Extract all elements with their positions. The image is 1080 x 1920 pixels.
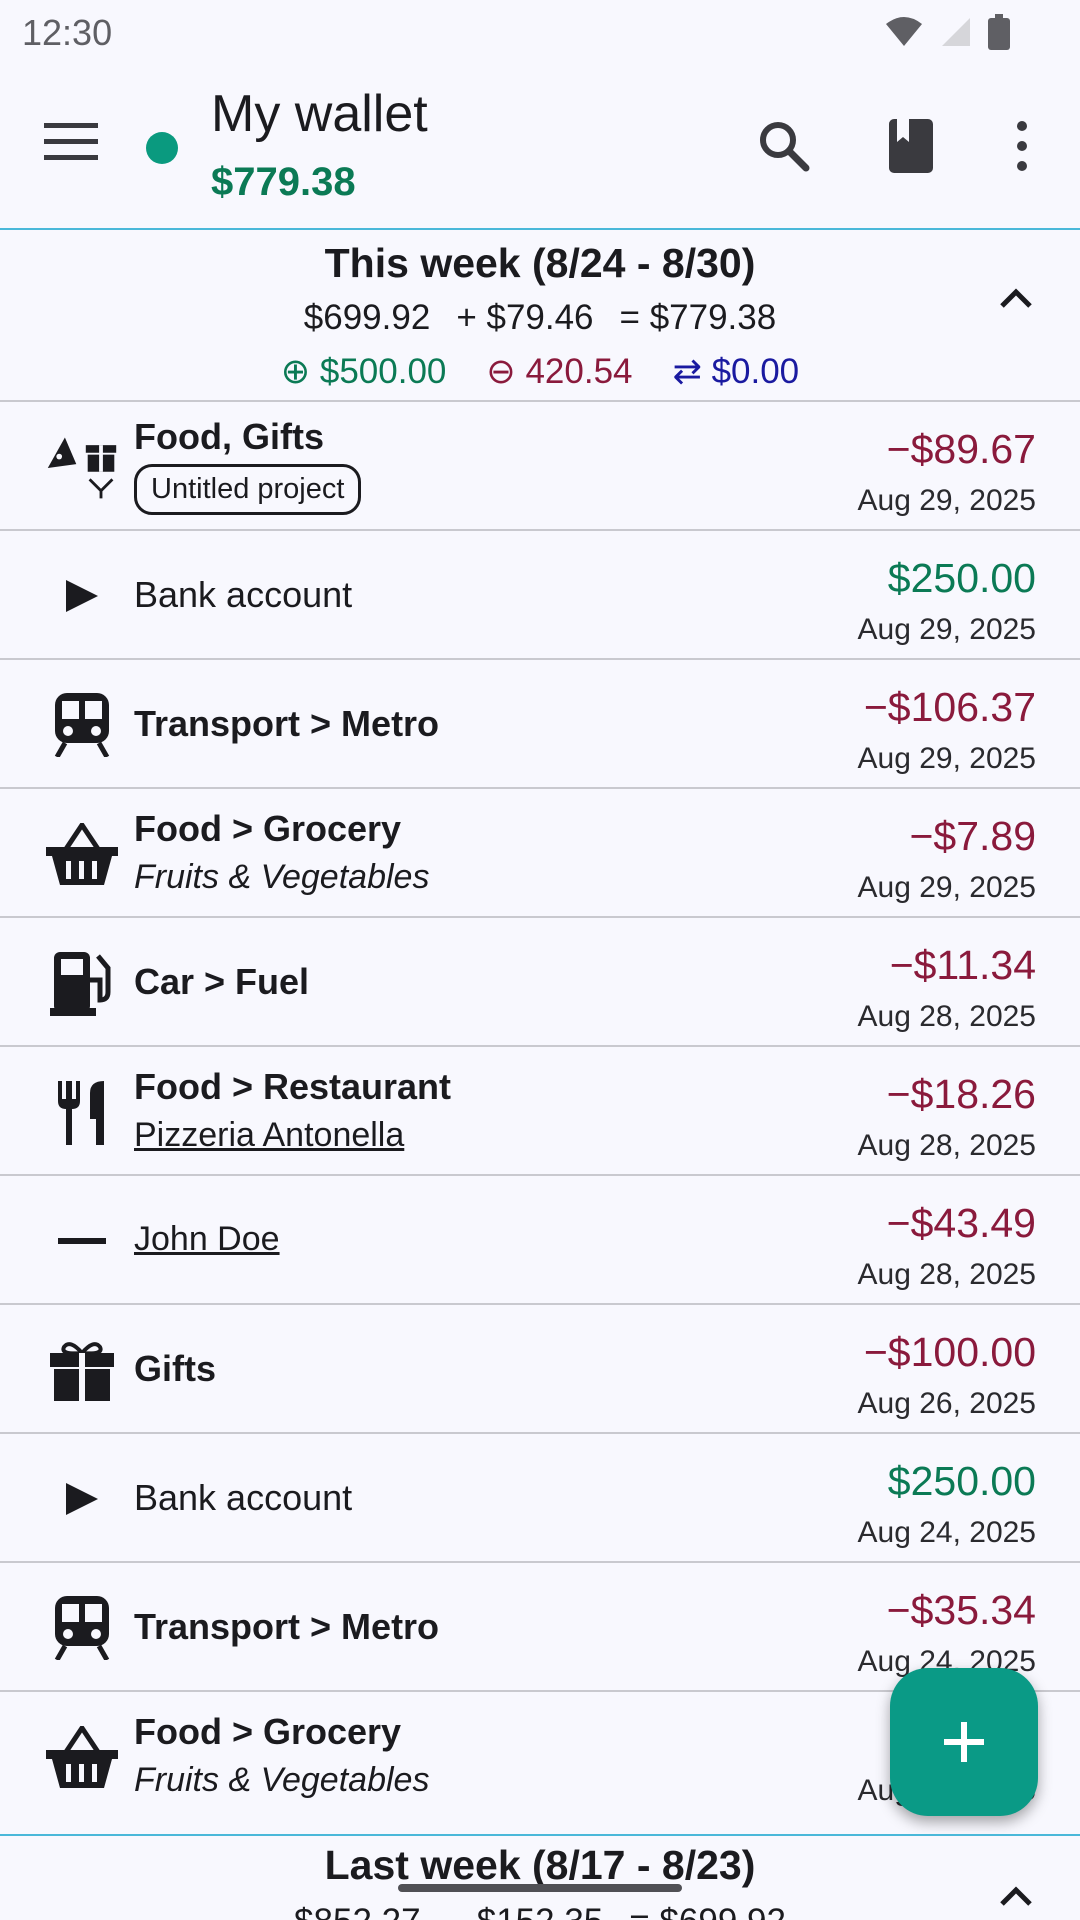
- week-delta: + $79.46: [456, 298, 594, 337]
- transaction-amount: −$43.49: [886, 1200, 1036, 1246]
- transaction-row[interactable]: John Doe −$43.49 Aug 28, 2025: [0, 1176, 1080, 1305]
- transaction-note: Fruits & Vegetables: [134, 1761, 430, 1799]
- transaction-category: Transport > Metro: [134, 702, 440, 744]
- transaction-date: Aug 29, 2025: [857, 484, 1037, 517]
- gift-icon: [44, 1337, 120, 1403]
- play-icon: [44, 1466, 120, 1532]
- transaction-amount: −$100.00: [863, 1329, 1036, 1375]
- plus-icon: [944, 1722, 984, 1762]
- week-totals: $699.92 + $79.46 = $779.38: [0, 298, 1080, 338]
- metro-icon: [44, 1595, 120, 1661]
- chevron-up-icon[interactable]: [992, 274, 1040, 322]
- transaction-date: Aug 24, 2025: [857, 1516, 1037, 1549]
- transaction-category: Gifts: [134, 1347, 217, 1389]
- basket-icon: [44, 821, 120, 887]
- transaction-amount: −$35.34: [886, 1587, 1036, 1633]
- transaction-category: Car > Fuel: [134, 960, 310, 1002]
- week-transfer: ⇄ $0.00: [672, 352, 800, 391]
- book-icon[interactable]: [881, 116, 941, 176]
- transaction-amount: $250.00: [887, 555, 1036, 601]
- last-week-summary[interactable]: Last week (8/17 - 8/23) $852.27 − $152.3…: [0, 1834, 1080, 1920]
- transaction-amount: −$18.26: [886, 1071, 1036, 1117]
- transaction-category: Food > Grocery: [134, 1711, 402, 1752]
- transaction-amount: −$89.67: [886, 426, 1036, 472]
- project-chip[interactable]: Untitled project: [134, 464, 362, 515]
- last-week-start-balance: $852.27: [294, 1902, 421, 1920]
- transaction-category: Food, Gifts: [134, 416, 324, 457]
- transaction-date: Aug 29, 2025: [857, 613, 1037, 646]
- week-start-balance: $699.92: [303, 298, 431, 337]
- search-icon[interactable]: [754, 116, 814, 176]
- transaction-date: Aug 29, 2025: [857, 871, 1037, 904]
- menu-icon[interactable]: [44, 121, 98, 161]
- transaction-date: Aug 29, 2025: [857, 742, 1037, 775]
- app-bar: My wallet $779.38: [0, 66, 1080, 230]
- transaction-payee[interactable]: Pizzeria Antonella: [134, 1116, 451, 1155]
- transaction-list: Food, Gifts Untitled project −$89.67 Aug…: [0, 402, 1080, 1821]
- transaction-row[interactable]: Gifts −$100.00 Aug 26, 2025: [0, 1305, 1080, 1434]
- week-end-balance: = $779.38: [619, 298, 777, 337]
- wifi-icon: [886, 17, 922, 46]
- add-transaction-button[interactable]: [890, 1668, 1038, 1816]
- transaction-row[interactable]: Food > Grocery Fruits & Vegetables −$7.8…: [0, 789, 1080, 918]
- transaction-row[interactable]: Food, Gifts Untitled project −$89.67 Aug…: [0, 402, 1080, 531]
- transaction-date: Aug 28, 2025: [857, 1000, 1037, 1033]
- transaction-category: Food > Grocery: [134, 808, 402, 849]
- last-week-delta: − $152.35: [447, 1902, 604, 1920]
- restaurant-icon: [44, 1079, 120, 1145]
- wallet-status-dot: [146, 132, 178, 164]
- wallet-name[interactable]: My wallet: [211, 84, 428, 144]
- transaction-amount: −$106.37: [863, 684, 1036, 730]
- transaction-payee[interactable]: John Doe: [134, 1220, 280, 1259]
- last-week-totals: $852.27 − $152.35 = $699.92: [0, 1902, 1080, 1920]
- transaction-row[interactable]: Food > Restaurant Pizzeria Antonella −$1…: [0, 1047, 1080, 1176]
- transaction-row[interactable]: Car > Fuel −$11.34 Aug 28, 2025: [0, 918, 1080, 1047]
- basket-icon: [44, 1724, 120, 1790]
- home-indicator[interactable]: [398, 1884, 682, 1892]
- week-flows: ⊕ $500.00 ⊖ 420.54 ⇄ $0.00: [0, 352, 1080, 392]
- transaction-date: Aug 28, 2025: [857, 1258, 1037, 1291]
- wallet-balance: $779.38: [211, 160, 356, 204]
- week-expense: ⊖ 420.54: [486, 352, 633, 391]
- metro-icon: [44, 692, 120, 758]
- status-bar: 12:30: [0, 0, 1080, 66]
- transaction-date: Aug 28, 2025: [857, 1129, 1037, 1162]
- transaction-account: Bank account: [134, 573, 353, 615]
- status-time: 12:30: [22, 12, 113, 53]
- transaction-amount: −$7.89: [909, 813, 1036, 859]
- more-options-icon[interactable]: [992, 116, 1052, 176]
- battery-icon: [988, 14, 1010, 50]
- transaction-note: Fruits & Vegetables: [134, 858, 430, 896]
- transaction-amount: $250.00: [887, 1458, 1036, 1504]
- last-week-title: Last week (8/17 - 8/23): [324, 1842, 756, 1888]
- transaction-category: Food > Restaurant: [134, 1066, 452, 1107]
- signal-icon: [942, 18, 970, 46]
- transaction-row[interactable]: Bank account $250.00 Aug 29, 2025: [0, 531, 1080, 660]
- transaction-amount: −$11.34: [889, 942, 1036, 988]
- transaction-row[interactable]: Transport > Metro −$106.37 Aug 29, 2025: [0, 660, 1080, 789]
- transaction-date: Aug 26, 2025: [857, 1387, 1037, 1420]
- play-icon: [44, 563, 120, 629]
- week-summary[interactable]: This week (8/24 - 8/30) $699.92 + $79.46…: [0, 232, 1080, 402]
- fuel-icon: [44, 950, 120, 1016]
- transaction-category: Transport > Metro: [134, 1605, 440, 1647]
- transaction-account: Bank account: [134, 1476, 353, 1518]
- status-icons: [884, 14, 1010, 50]
- week-title: This week (8/24 - 8/30): [324, 240, 756, 286]
- chevron-up-icon[interactable]: [992, 1872, 1040, 1920]
- last-week-end-balance: = $699.92: [629, 1902, 786, 1920]
- food-gifts-icon: [44, 434, 120, 500]
- transaction-row[interactable]: Bank account $250.00 Aug 24, 2025: [0, 1434, 1080, 1563]
- minus-icon: [44, 1208, 120, 1274]
- week-income: ⊕ $500.00: [280, 352, 447, 391]
